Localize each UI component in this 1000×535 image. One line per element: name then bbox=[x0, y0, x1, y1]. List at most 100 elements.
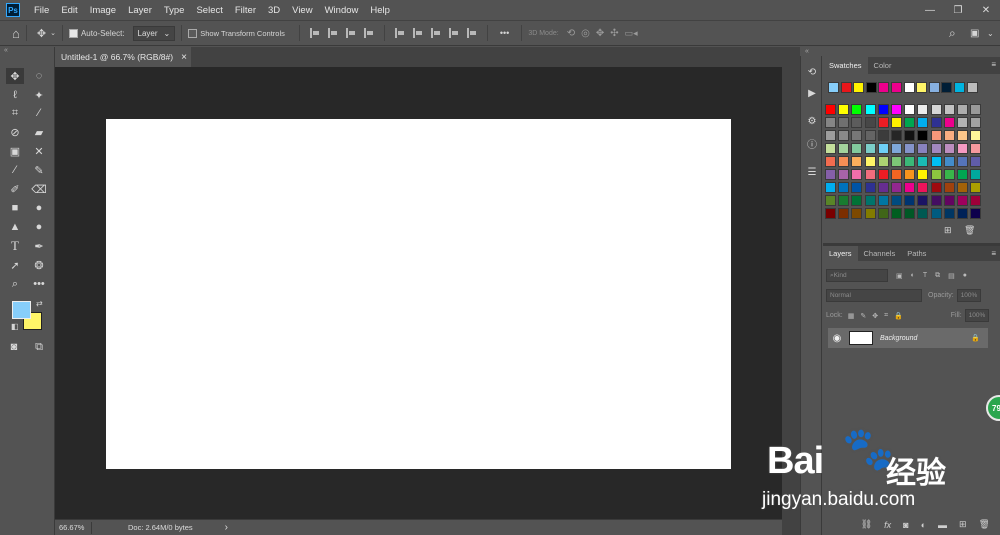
distribute-top-icon[interactable] bbox=[394, 28, 405, 38]
swatch[interactable] bbox=[851, 117, 863, 128]
swatch[interactable] bbox=[970, 143, 982, 154]
swatch[interactable] bbox=[877, 104, 889, 115]
swatch[interactable] bbox=[904, 195, 916, 206]
collapse-icon[interactable]: « bbox=[4, 47, 8, 54]
chevron-down-icon[interactable]: ⌄ bbox=[50, 29, 56, 37]
path-selection-tool-icon[interactable]: ➚ bbox=[6, 257, 24, 273]
actions-panel-icon[interactable]: ▶ bbox=[805, 86, 819, 100]
magic-wand-tool-icon[interactable]: ✦ bbox=[30, 87, 48, 103]
swatch[interactable] bbox=[904, 169, 916, 180]
menu-view[interactable]: View bbox=[286, 5, 318, 16]
document-canvas[interactable] bbox=[106, 119, 731, 469]
swatch[interactable] bbox=[891, 130, 902, 141]
swatch[interactable] bbox=[877, 208, 889, 219]
swatch[interactable] bbox=[904, 117, 916, 128]
swatch[interactable] bbox=[825, 169, 836, 180]
swatch[interactable] bbox=[917, 182, 929, 193]
swatch[interactable] bbox=[930, 182, 942, 193]
close-window-button[interactable]: ✕ bbox=[972, 0, 1000, 20]
zoom-level[interactable]: 66.67% bbox=[55, 523, 91, 532]
recent-swatch[interactable] bbox=[966, 82, 978, 93]
history-panel-icon[interactable]: ⟲ bbox=[805, 65, 819, 79]
blend-mode-select[interactable]: Normal bbox=[826, 289, 922, 302]
restore-button[interactable]: ❐ bbox=[944, 0, 972, 20]
lock-pixels-icon[interactable]: ▦ bbox=[848, 312, 855, 320]
swatch[interactable] bbox=[877, 143, 889, 154]
swatch[interactable] bbox=[957, 169, 968, 180]
swatch[interactable] bbox=[838, 182, 850, 193]
swatch[interactable] bbox=[864, 156, 876, 167]
swatch[interactable] bbox=[917, 104, 929, 115]
edit-toolbar-icon[interactable]: ••• bbox=[30, 276, 48, 292]
eyedropper-tool-icon[interactable]: ⁄ bbox=[30, 105, 48, 121]
swatch[interactable] bbox=[943, 130, 955, 141]
swatch[interactable] bbox=[943, 195, 955, 206]
minimize-button[interactable]: — bbox=[916, 0, 944, 20]
layer-name[interactable]: Background bbox=[880, 335, 917, 342]
3d-pan-icon[interactable]: ✥ bbox=[596, 28, 604, 39]
menu-3d[interactable]: 3D bbox=[262, 5, 286, 16]
menu-help[interactable]: Help bbox=[364, 5, 396, 16]
swatch[interactable] bbox=[970, 130, 982, 141]
swatch[interactable] bbox=[904, 208, 916, 219]
lock-artboard-icon[interactable]: ⌗ bbox=[884, 312, 888, 320]
crop-tool-icon[interactable]: ⌗ bbox=[6, 105, 24, 121]
swatch[interactable] bbox=[877, 156, 889, 167]
3d-camera-icon[interactable]: ▭◂ bbox=[625, 28, 638, 39]
pen-tool-icon[interactable]: ✒ bbox=[30, 238, 48, 254]
photoshop-logo[interactable]: Ps bbox=[6, 3, 20, 17]
lock-all-icon[interactable]: 🔒 bbox=[894, 312, 903, 320]
swatch[interactable] bbox=[970, 156, 982, 167]
adjustment-layer-icon[interactable]: ◐ bbox=[921, 520, 926, 530]
menu-select[interactable]: Select bbox=[190, 5, 228, 16]
recent-swatch[interactable] bbox=[878, 82, 890, 93]
new-group-icon[interactable]: ▬ bbox=[938, 520, 947, 530]
3d-orbit-icon[interactable]: ⟲ bbox=[567, 28, 575, 39]
swatch[interactable] bbox=[825, 130, 836, 141]
swatch[interactable] bbox=[970, 182, 982, 193]
swatch[interactable] bbox=[838, 156, 850, 167]
filter-adjustment-icon[interactable]: ◐ bbox=[911, 272, 915, 279]
new-swatch-icon[interactable]: ⊞ bbox=[944, 225, 952, 236]
swatch[interactable] bbox=[917, 117, 929, 128]
swatch[interactable] bbox=[917, 169, 929, 180]
dodge-tool-icon[interactable]: ● bbox=[30, 219, 48, 235]
recent-swatch[interactable] bbox=[840, 82, 852, 93]
quick-mask-icon[interactable]: ◙ bbox=[5, 339, 23, 355]
swatch[interactable] bbox=[891, 104, 902, 115]
swatch[interactable] bbox=[957, 104, 968, 115]
type-tool-icon[interactable]: T bbox=[6, 238, 24, 254]
pencil-tool-icon[interactable]: ✎ bbox=[30, 162, 48, 178]
swatch[interactable] bbox=[904, 104, 916, 115]
swatch[interactable] bbox=[917, 195, 929, 206]
fill-input[interactable]: 100% bbox=[964, 309, 989, 322]
spot-healing-tool-icon[interactable]: ⊘ bbox=[6, 124, 24, 140]
move-tool-icon[interactable]: ✥ bbox=[37, 27, 46, 40]
swatch[interactable] bbox=[851, 104, 863, 115]
swatch[interactable] bbox=[943, 143, 955, 154]
delete-swatch-icon[interactable]: 🗑 bbox=[964, 225, 975, 236]
blur-tool-icon[interactable]: ● bbox=[30, 200, 48, 216]
swatch[interactable] bbox=[970, 195, 982, 206]
default-colors-icon[interactable]: ◧ bbox=[11, 322, 19, 331]
menu-image[interactable]: Image bbox=[84, 5, 122, 16]
swatch[interactable] bbox=[864, 104, 876, 115]
expand-panels-icon[interactable]: « bbox=[805, 48, 809, 55]
swatch[interactable] bbox=[904, 130, 916, 141]
lock-paint-icon[interactable]: ✎ bbox=[860, 312, 866, 320]
recent-swatch[interactable] bbox=[941, 82, 953, 93]
swatch[interactable] bbox=[891, 195, 902, 206]
swatch[interactable] bbox=[864, 182, 876, 193]
swatch[interactable] bbox=[891, 169, 902, 180]
swatch[interactable] bbox=[864, 195, 876, 206]
auto-select-dropdown[interactable]: Layer ⌄ bbox=[132, 25, 176, 41]
distribute-right-icon[interactable] bbox=[466, 28, 477, 38]
swatch[interactable] bbox=[838, 104, 850, 115]
swatch[interactable] bbox=[930, 130, 942, 141]
screen-mode-icon[interactable]: ⧉ bbox=[30, 339, 48, 355]
filter-type-icon[interactable]: T bbox=[923, 272, 927, 279]
marquee-tool-icon[interactable]: ◌ bbox=[30, 68, 48, 84]
swatch[interactable] bbox=[957, 195, 968, 206]
swap-colors-icon[interactable]: ⇄ bbox=[36, 299, 43, 308]
recent-swatch[interactable] bbox=[891, 82, 902, 93]
